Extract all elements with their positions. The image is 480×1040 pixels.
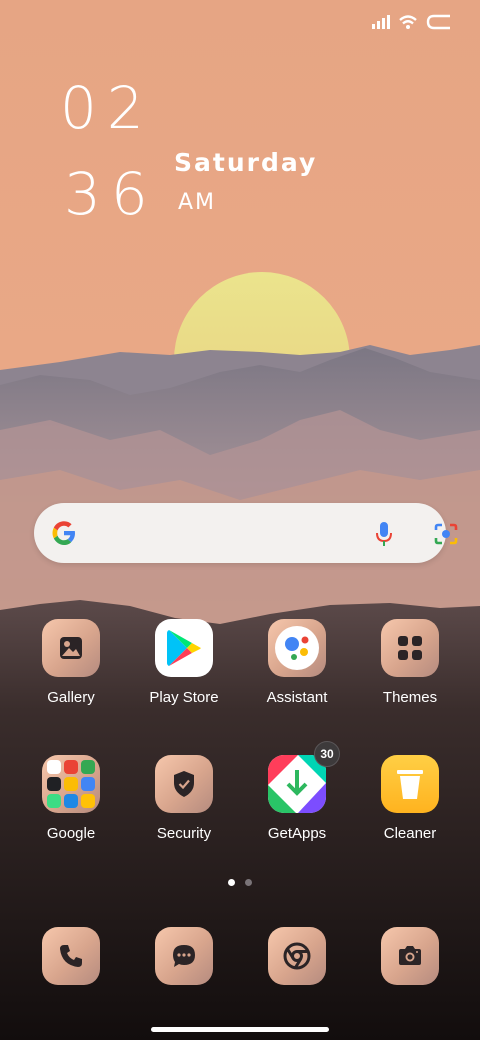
app-label: Assistant bbox=[266, 689, 328, 706]
google-logo-icon bbox=[52, 521, 75, 545]
page-dot[interactable] bbox=[245, 879, 252, 886]
home-indicator[interactable] bbox=[151, 1027, 329, 1032]
app-label: Themes bbox=[382, 689, 438, 706]
page-dot-active[interactable] bbox=[228, 879, 235, 886]
gallery-icon bbox=[42, 619, 100, 677]
battery-icon bbox=[426, 14, 450, 30]
microphone-icon[interactable] bbox=[374, 520, 394, 548]
app-label: Gallery bbox=[47, 689, 95, 706]
phone-icon bbox=[60, 945, 82, 967]
chrome-icon bbox=[283, 942, 311, 970]
google-search-bar[interactable] bbox=[34, 503, 458, 563]
status-bar bbox=[372, 14, 452, 30]
app-google-folder[interactable]: Google bbox=[16, 755, 126, 842]
wifi-icon bbox=[399, 15, 417, 29]
clock-day[interactable]: Saturday bbox=[174, 148, 317, 177]
app-assistant[interactable]: Assistant bbox=[242, 619, 352, 706]
dock-phone[interactable] bbox=[42, 927, 100, 985]
security-shield-icon bbox=[155, 755, 213, 813]
app-getapps[interactable]: 30 GetApps bbox=[242, 741, 352, 842]
clock-minute[interactable]: 36 bbox=[64, 160, 158, 228]
page-indicator[interactable] bbox=[228, 879, 252, 886]
cleaner-icon bbox=[381, 755, 439, 813]
clock-hour[interactable]: 02 bbox=[60, 74, 154, 142]
camera-icon bbox=[399, 946, 421, 965]
lens-icon[interactable] bbox=[432, 521, 460, 547]
dock-messages[interactable] bbox=[155, 927, 213, 985]
app-label: Play Store bbox=[149, 689, 219, 706]
app-cleaner[interactable]: Cleaner bbox=[355, 755, 465, 842]
app-label: Security bbox=[156, 825, 212, 842]
app-gallery[interactable]: Gallery bbox=[16, 619, 126, 706]
getapps-icon: 30 bbox=[268, 741, 340, 813]
app-label: Cleaner bbox=[383, 825, 437, 842]
clock-ampm[interactable]: AM bbox=[178, 190, 216, 215]
dock-camera[interactable] bbox=[381, 927, 439, 985]
signal-icon bbox=[372, 15, 390, 29]
app-security[interactable]: Security bbox=[129, 755, 239, 842]
app-label: Google bbox=[46, 825, 96, 842]
messages-icon bbox=[173, 945, 195, 967]
assistant-icon bbox=[268, 619, 326, 677]
app-play-store[interactable]: Play Store bbox=[129, 619, 239, 706]
app-label: GetApps bbox=[267, 825, 327, 842]
themes-icon bbox=[381, 619, 439, 677]
google-folder-icon bbox=[42, 755, 100, 813]
dock-chrome[interactable] bbox=[268, 927, 326, 985]
notification-badge: 30 bbox=[314, 741, 340, 767]
app-themes[interactable]: Themes bbox=[355, 619, 465, 706]
play-store-icon bbox=[155, 619, 213, 677]
